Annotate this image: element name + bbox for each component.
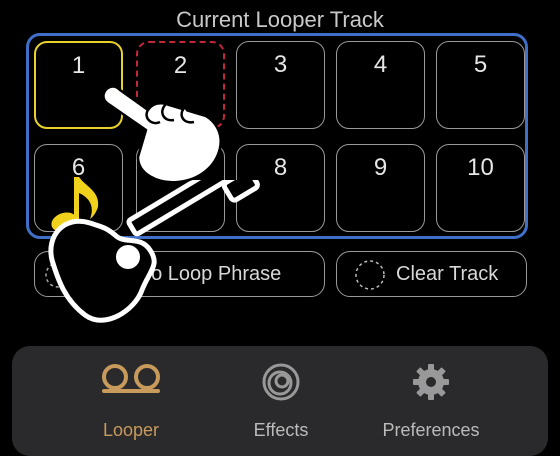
track-number: 2 (173, 52, 188, 79)
undo-loop-phrase-button[interactable]: ho Loop Phrase (34, 251, 325, 297)
track-number: 1 (71, 52, 86, 79)
track-number: 3 (273, 51, 288, 78)
track-number: 7 (173, 154, 188, 181)
dashed-circle-icon (355, 260, 385, 290)
track-number: 10 (467, 154, 494, 181)
track-pad-9[interactable]: 9 (336, 144, 425, 232)
track-number: 5 (473, 51, 488, 78)
track-pad-6[interactable]: 6 (34, 144, 123, 232)
tape-reel-icon (102, 364, 160, 393)
track-pad-8[interactable]: 8 (236, 144, 325, 232)
gear-icon (413, 364, 449, 400)
track-number: 8 (273, 154, 288, 181)
track-number: 9 (373, 154, 388, 181)
tab-bar: Looper Effects Preferences (12, 346, 548, 456)
page-title: Current Looper Track (176, 7, 384, 32)
track-pad-5[interactable]: 5 (436, 41, 525, 129)
track-number: 4 (373, 51, 388, 78)
undo-circle-icon (45, 262, 71, 288)
tab-preferences-label: Preferences (382, 420, 480, 440)
clear-track-button[interactable]: Clear Track (336, 251, 527, 297)
undo-loop-phrase-label: ho Loop Phrase (140, 263, 282, 285)
clear-track-label: Clear Track (396, 263, 499, 285)
track-pad-4[interactable]: 4 (336, 41, 425, 129)
track-pad-1[interactable]: 1 (34, 41, 123, 129)
spiral-icon (262, 363, 300, 401)
tab-preferences[interactable]: Preferences (342, 346, 520, 440)
track-pad-2[interactable]: 2 (136, 41, 225, 129)
track-pad-3[interactable]: 3 (236, 41, 325, 129)
track-pad-7[interactable]: 7 (136, 144, 225, 232)
music-note-icon (51, 177, 99, 232)
track-pad-10[interactable]: 10 (436, 144, 525, 232)
